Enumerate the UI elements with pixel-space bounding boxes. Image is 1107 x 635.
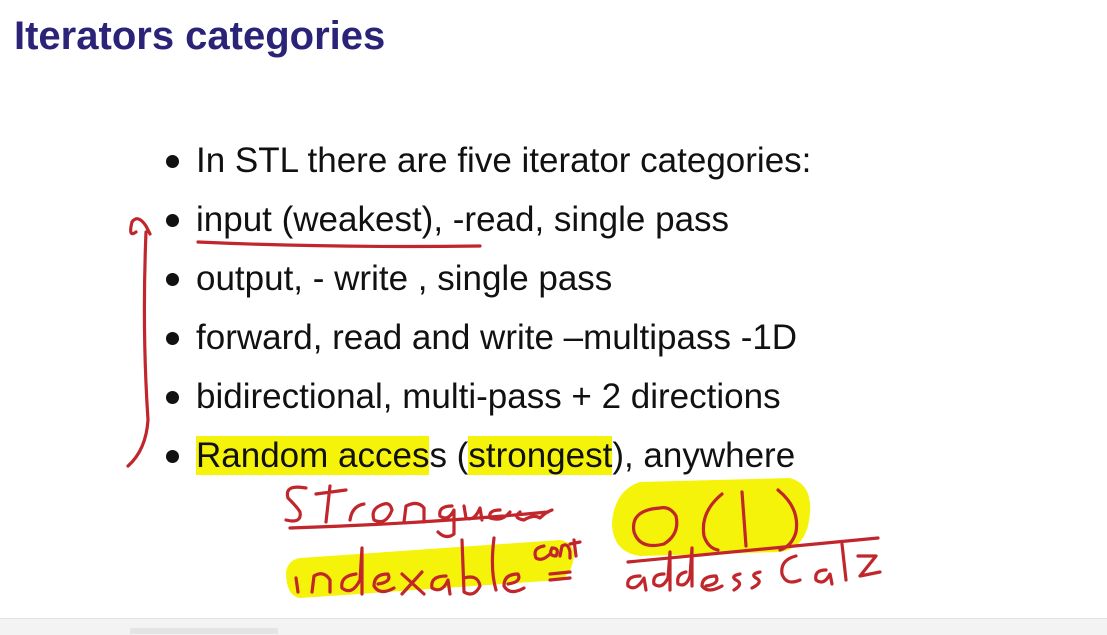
bracket-mark: [126, 217, 152, 468]
bullet-dot-icon: [166, 391, 179, 404]
bullet-text: input (weakest), -read, single pass: [196, 200, 730, 239]
bullet-item: bidirectional, multi-pass + 2 directions: [166, 374, 811, 433]
bullet-text: bidirectional, multi-pass + 2 directions: [196, 377, 781, 416]
handwriting-address-calc: [626, 542, 882, 592]
bullet-text: output, - write , single pass: [196, 259, 613, 298]
bullet-list: In STL there are five iterator categorie…: [166, 138, 811, 492]
highlighted-text: strongest: [468, 436, 613, 475]
handwriting-strongest: [284, 484, 554, 539]
handwriting-o1: [626, 488, 880, 564]
slide-title: Iterators categories: [14, 14, 386, 58]
bullet-dot-icon: [166, 214, 179, 227]
bullet-dot-icon: [166, 155, 179, 168]
bullet-text: In STL there are five iterator categorie…: [196, 141, 812, 180]
slide: Iterators categories In STL there are fi…: [0, 0, 1107, 618]
bullet-item: forward, read and write –multipass -1D: [166, 315, 811, 374]
bullet-text: forward, read and write –multipass -1D: [196, 318, 798, 357]
bottom-tab: [130, 628, 278, 634]
handwriting-indexable: [294, 536, 582, 596]
marker-highlights: [286, 478, 811, 598]
bullet-item: In STL there are five iterator categorie…: [166, 138, 811, 197]
bullet-dot-icon: [166, 332, 179, 345]
bullet-dot-icon: [166, 273, 179, 286]
highlighted-text: Random acces: [196, 436, 430, 475]
bullet-item: Random access (strongest), anywhere: [166, 433, 811, 492]
bullet-text: s (: [429, 436, 469, 475]
bullet-dot-icon: [166, 450, 179, 463]
bullet-item: input (weakest), -read, single pass: [166, 197, 811, 256]
bullet-text: ), anywhere: [612, 436, 796, 475]
bullet-item: output, - write , single pass: [166, 256, 811, 315]
highlight-indexable: [286, 540, 574, 598]
